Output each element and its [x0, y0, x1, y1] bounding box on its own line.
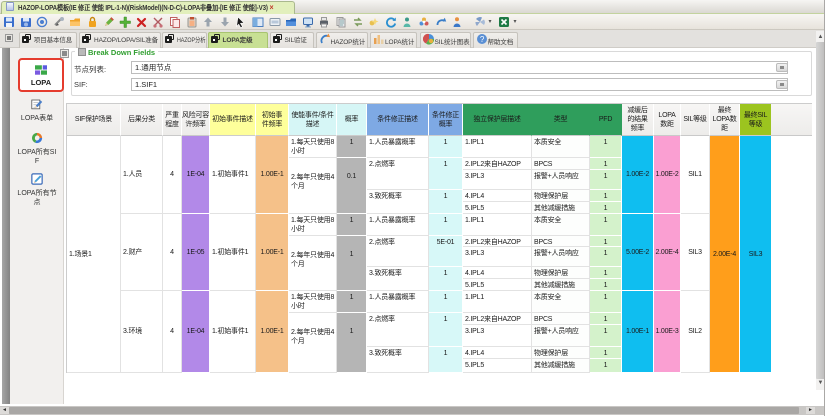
svg-text:?: ? [479, 35, 484, 44]
